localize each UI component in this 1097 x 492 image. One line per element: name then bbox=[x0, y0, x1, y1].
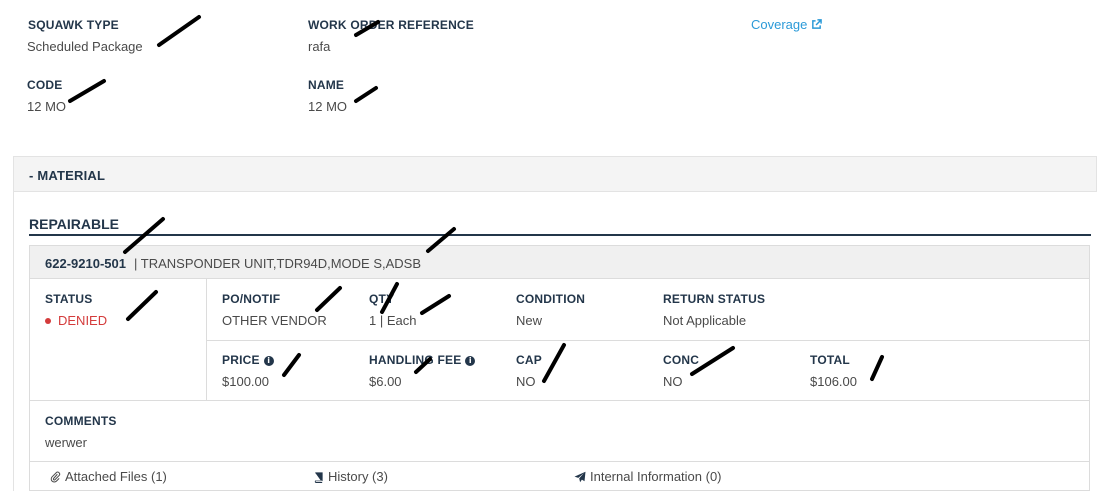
qty-value: 1 | Each bbox=[369, 313, 417, 328]
info-icon[interactable]: i bbox=[263, 356, 274, 366]
part-card: 622-9210-501 | TRANSPONDER UNIT,TDR94D,M… bbox=[29, 245, 1090, 491]
book-icon bbox=[314, 471, 323, 483]
paperclip-icon bbox=[50, 471, 61, 482]
comments-value: werwer bbox=[45, 435, 87, 450]
status-value: DENIED bbox=[58, 313, 108, 328]
squawk-type-value: Scheduled Package bbox=[27, 39, 143, 54]
status-badge: DENIED bbox=[45, 313, 107, 328]
comments-divider bbox=[30, 400, 1089, 401]
material-body: REPAIRABLE 622-9210-501 | TRANSPONDER UN… bbox=[13, 192, 1097, 491]
info-icon[interactable]: i bbox=[465, 356, 476, 366]
price-value: $100.00 bbox=[222, 374, 269, 389]
external-link-icon bbox=[812, 19, 823, 29]
coverage-link-label: Coverage bbox=[751, 17, 808, 32]
po-notif-value: OTHER VENDOR bbox=[222, 313, 327, 328]
code-label: CODE bbox=[27, 78, 63, 92]
tab-attached-files-label: Attached Files (1) bbox=[65, 469, 167, 484]
tab-internal-information[interactable]: Internal Information (0) bbox=[574, 469, 722, 484]
handling-fee-label: HANDLING FEE bbox=[369, 353, 462, 367]
condition-label: CONDITION bbox=[516, 292, 586, 306]
tab-internal-information-label: Internal Information (0) bbox=[590, 469, 722, 484]
row-divider bbox=[207, 340, 1090, 341]
tab-history-label: History (3) bbox=[328, 469, 388, 484]
part-number: 622-9210-501 bbox=[45, 256, 126, 271]
detail-tabs: Attached Files (1) History (3) Internal … bbox=[30, 461, 1089, 492]
total-label: TOTAL bbox=[810, 353, 850, 367]
plane-icon bbox=[574, 471, 586, 482]
conc-value: NO bbox=[663, 374, 683, 389]
cap-label: CAP bbox=[516, 353, 542, 367]
material-section-title: - MATERIAL bbox=[29, 168, 106, 183]
status-column: STATUS DENIED bbox=[30, 279, 207, 400]
handling-fee-value: $6.00 bbox=[369, 374, 402, 389]
cap-value: NO bbox=[516, 374, 536, 389]
total-value: $106.00 bbox=[810, 374, 857, 389]
squawk-type-label: SQUAWK TYPE bbox=[28, 18, 119, 32]
handling-fee-label-wrap: HANDLING FEE i bbox=[369, 353, 476, 367]
work-order-label: WORK ORDER REFERENCE bbox=[308, 18, 475, 32]
status-label: STATUS bbox=[45, 292, 93, 306]
condition-value: New bbox=[516, 313, 543, 328]
name-label: NAME bbox=[308, 78, 345, 92]
tab-attached-files[interactable]: Attached Files (1) bbox=[50, 469, 167, 484]
conc-label: CONC bbox=[663, 353, 700, 367]
material-section: - MATERIAL REPAIRABLE 622-9210-501 | TRA… bbox=[13, 156, 1097, 491]
status-dot-icon bbox=[45, 317, 51, 324]
material-toggle[interactable]: - MATERIAL bbox=[13, 156, 1097, 192]
return-status-value: Not Applicable bbox=[663, 313, 747, 328]
qty-label: QTY bbox=[369, 292, 395, 306]
coverage-link[interactable]: Coverage bbox=[751, 17, 823, 32]
repairable-divider bbox=[29, 234, 1091, 236]
po-notif-label: PO/NOTIF bbox=[222, 292, 281, 306]
tab-history[interactable]: History (3) bbox=[313, 469, 388, 484]
price-label-wrap: PRICE i bbox=[222, 353, 274, 367]
part-description: | TRANSPONDER UNIT,TDR94D,MODE S,ADSB bbox=[134, 256, 422, 271]
name-value: 12 MO bbox=[308, 99, 348, 114]
code-value: 12 MO bbox=[27, 99, 67, 114]
repairable-title: REPAIRABLE bbox=[29, 216, 119, 232]
part-card-header: 622-9210-501 | TRANSPONDER UNIT,TDR94D,M… bbox=[30, 246, 1089, 279]
comments-label: COMMENTS bbox=[45, 414, 117, 428]
work-order-value: rafa bbox=[308, 39, 331, 54]
price-label: PRICE bbox=[222, 353, 260, 367]
return-status-label: RETURN STATUS bbox=[663, 292, 766, 306]
